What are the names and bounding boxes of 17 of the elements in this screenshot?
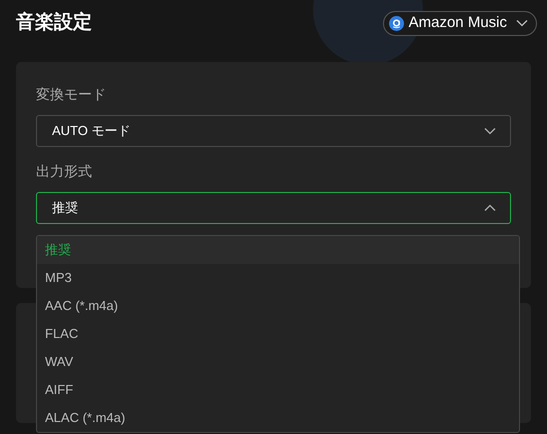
- source-selector[interactable]: Amazon Music: [382, 10, 537, 36]
- chevron-down-icon: [516, 19, 528, 27]
- chevron-up-icon: [484, 204, 496, 212]
- select-field[interactable]: 推奨: [36, 192, 511, 224]
- dropdown-option[interactable]: FLAC: [37, 320, 519, 348]
- field-label: 変換モード: [36, 85, 107, 104]
- amazon-music-icon: [388, 16, 404, 30]
- dropdown-option[interactable]: 推奨: [37, 236, 519, 264]
- chevron-down-icon: [484, 127, 496, 135]
- dropdown-option[interactable]: MP3: [37, 264, 519, 292]
- select-field[interactable]: AUTO モード: [36, 115, 511, 147]
- dropdown-option[interactable]: ALAC (*.m4a): [37, 404, 519, 432]
- page-title: 音楽設定: [16, 10, 92, 35]
- dropdown-option[interactable]: WAV: [37, 348, 519, 376]
- field-label: 出力形式: [36, 162, 93, 181]
- dropdown-option[interactable]: AIFF: [37, 376, 519, 404]
- dropdown-option[interactable]: AAC (*.m4a): [37, 292, 519, 320]
